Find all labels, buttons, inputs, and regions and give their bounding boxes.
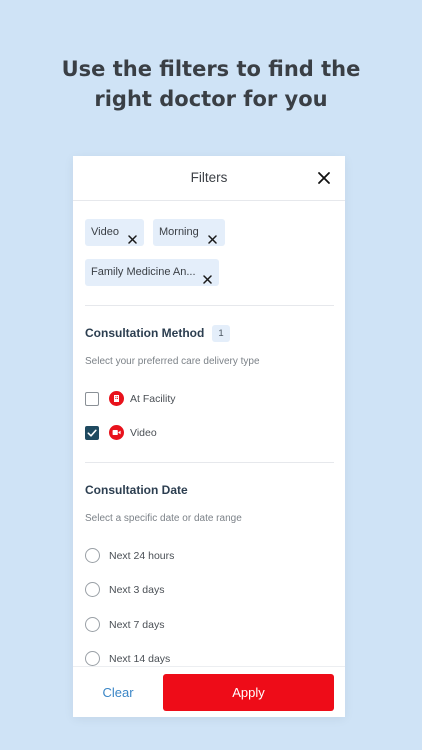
- close-button[interactable]: [315, 169, 333, 187]
- next-3-days-label: Next 3 days: [109, 584, 165, 596]
- filters-footer: Clear Apply: [73, 666, 345, 717]
- promo-headline-line-1: Use the filters to find the: [61, 57, 361, 81]
- filters-title: Filters: [190, 170, 228, 185]
- at-facility-checkbox[interactable]: [85, 392, 99, 406]
- selected-count-badge: 1: [212, 325, 230, 342]
- video-checkbox[interactable]: [85, 426, 99, 440]
- at-facility-label: At Facility: [130, 393, 176, 405]
- close-icon: [318, 172, 330, 184]
- consultation-date-helper: Select a specific date or date range: [85, 513, 242, 524]
- next-7-days-label: Next 7 days: [109, 619, 165, 631]
- consultation-method-helper: Select your preferred care delivery type: [85, 356, 260, 367]
- promo-headline-line-2: right doctor for you: [94, 87, 328, 111]
- remove-chip-video-button[interactable]: [128, 228, 137, 244]
- next-24-hours-radio[interactable]: [85, 548, 100, 563]
- section-divider: [85, 462, 334, 463]
- clear-button[interactable]: Clear: [89, 667, 147, 717]
- video-label: Video: [130, 427, 157, 439]
- filter-chip-label: Family Medicine An...: [91, 266, 196, 278]
- consultation-date-title: Consultation Date: [85, 483, 188, 497]
- next-7-days-radio[interactable]: [85, 617, 100, 632]
- section-divider: [85, 305, 334, 306]
- filters-panel: Filters Video Morning Family Medicine An…: [73, 156, 345, 717]
- video-icon: [109, 425, 124, 440]
- close-icon: [203, 275, 212, 284]
- close-icon: [128, 235, 137, 244]
- apply-button[interactable]: Apply: [163, 674, 334, 711]
- checkmark-icon: [87, 429, 97, 437]
- filter-chip-video: Video: [85, 219, 144, 246]
- remove-chip-morning-button[interactable]: [208, 228, 217, 244]
- filter-chip-label: Morning: [159, 226, 199, 238]
- filter-chip-label: Video: [91, 226, 119, 238]
- facility-icon: [109, 391, 124, 406]
- consultation-method-title: Consultation Method: [85, 326, 205, 340]
- filter-chip-morning: Morning: [153, 219, 225, 246]
- filters-header: Filters: [73, 156, 345, 201]
- close-icon: [208, 235, 217, 244]
- next-24-hours-label: Next 24 hours: [109, 550, 175, 562]
- promo-headline: Use the filters to find the right doctor…: [0, 54, 422, 114]
- filter-chip-specialty: Family Medicine An...: [85, 259, 219, 286]
- next-14-days-radio[interactable]: [85, 651, 100, 666]
- remove-chip-specialty-button[interactable]: [203, 268, 212, 284]
- next-3-days-radio[interactable]: [85, 582, 100, 597]
- next-14-days-label: Next 14 days: [109, 653, 171, 665]
